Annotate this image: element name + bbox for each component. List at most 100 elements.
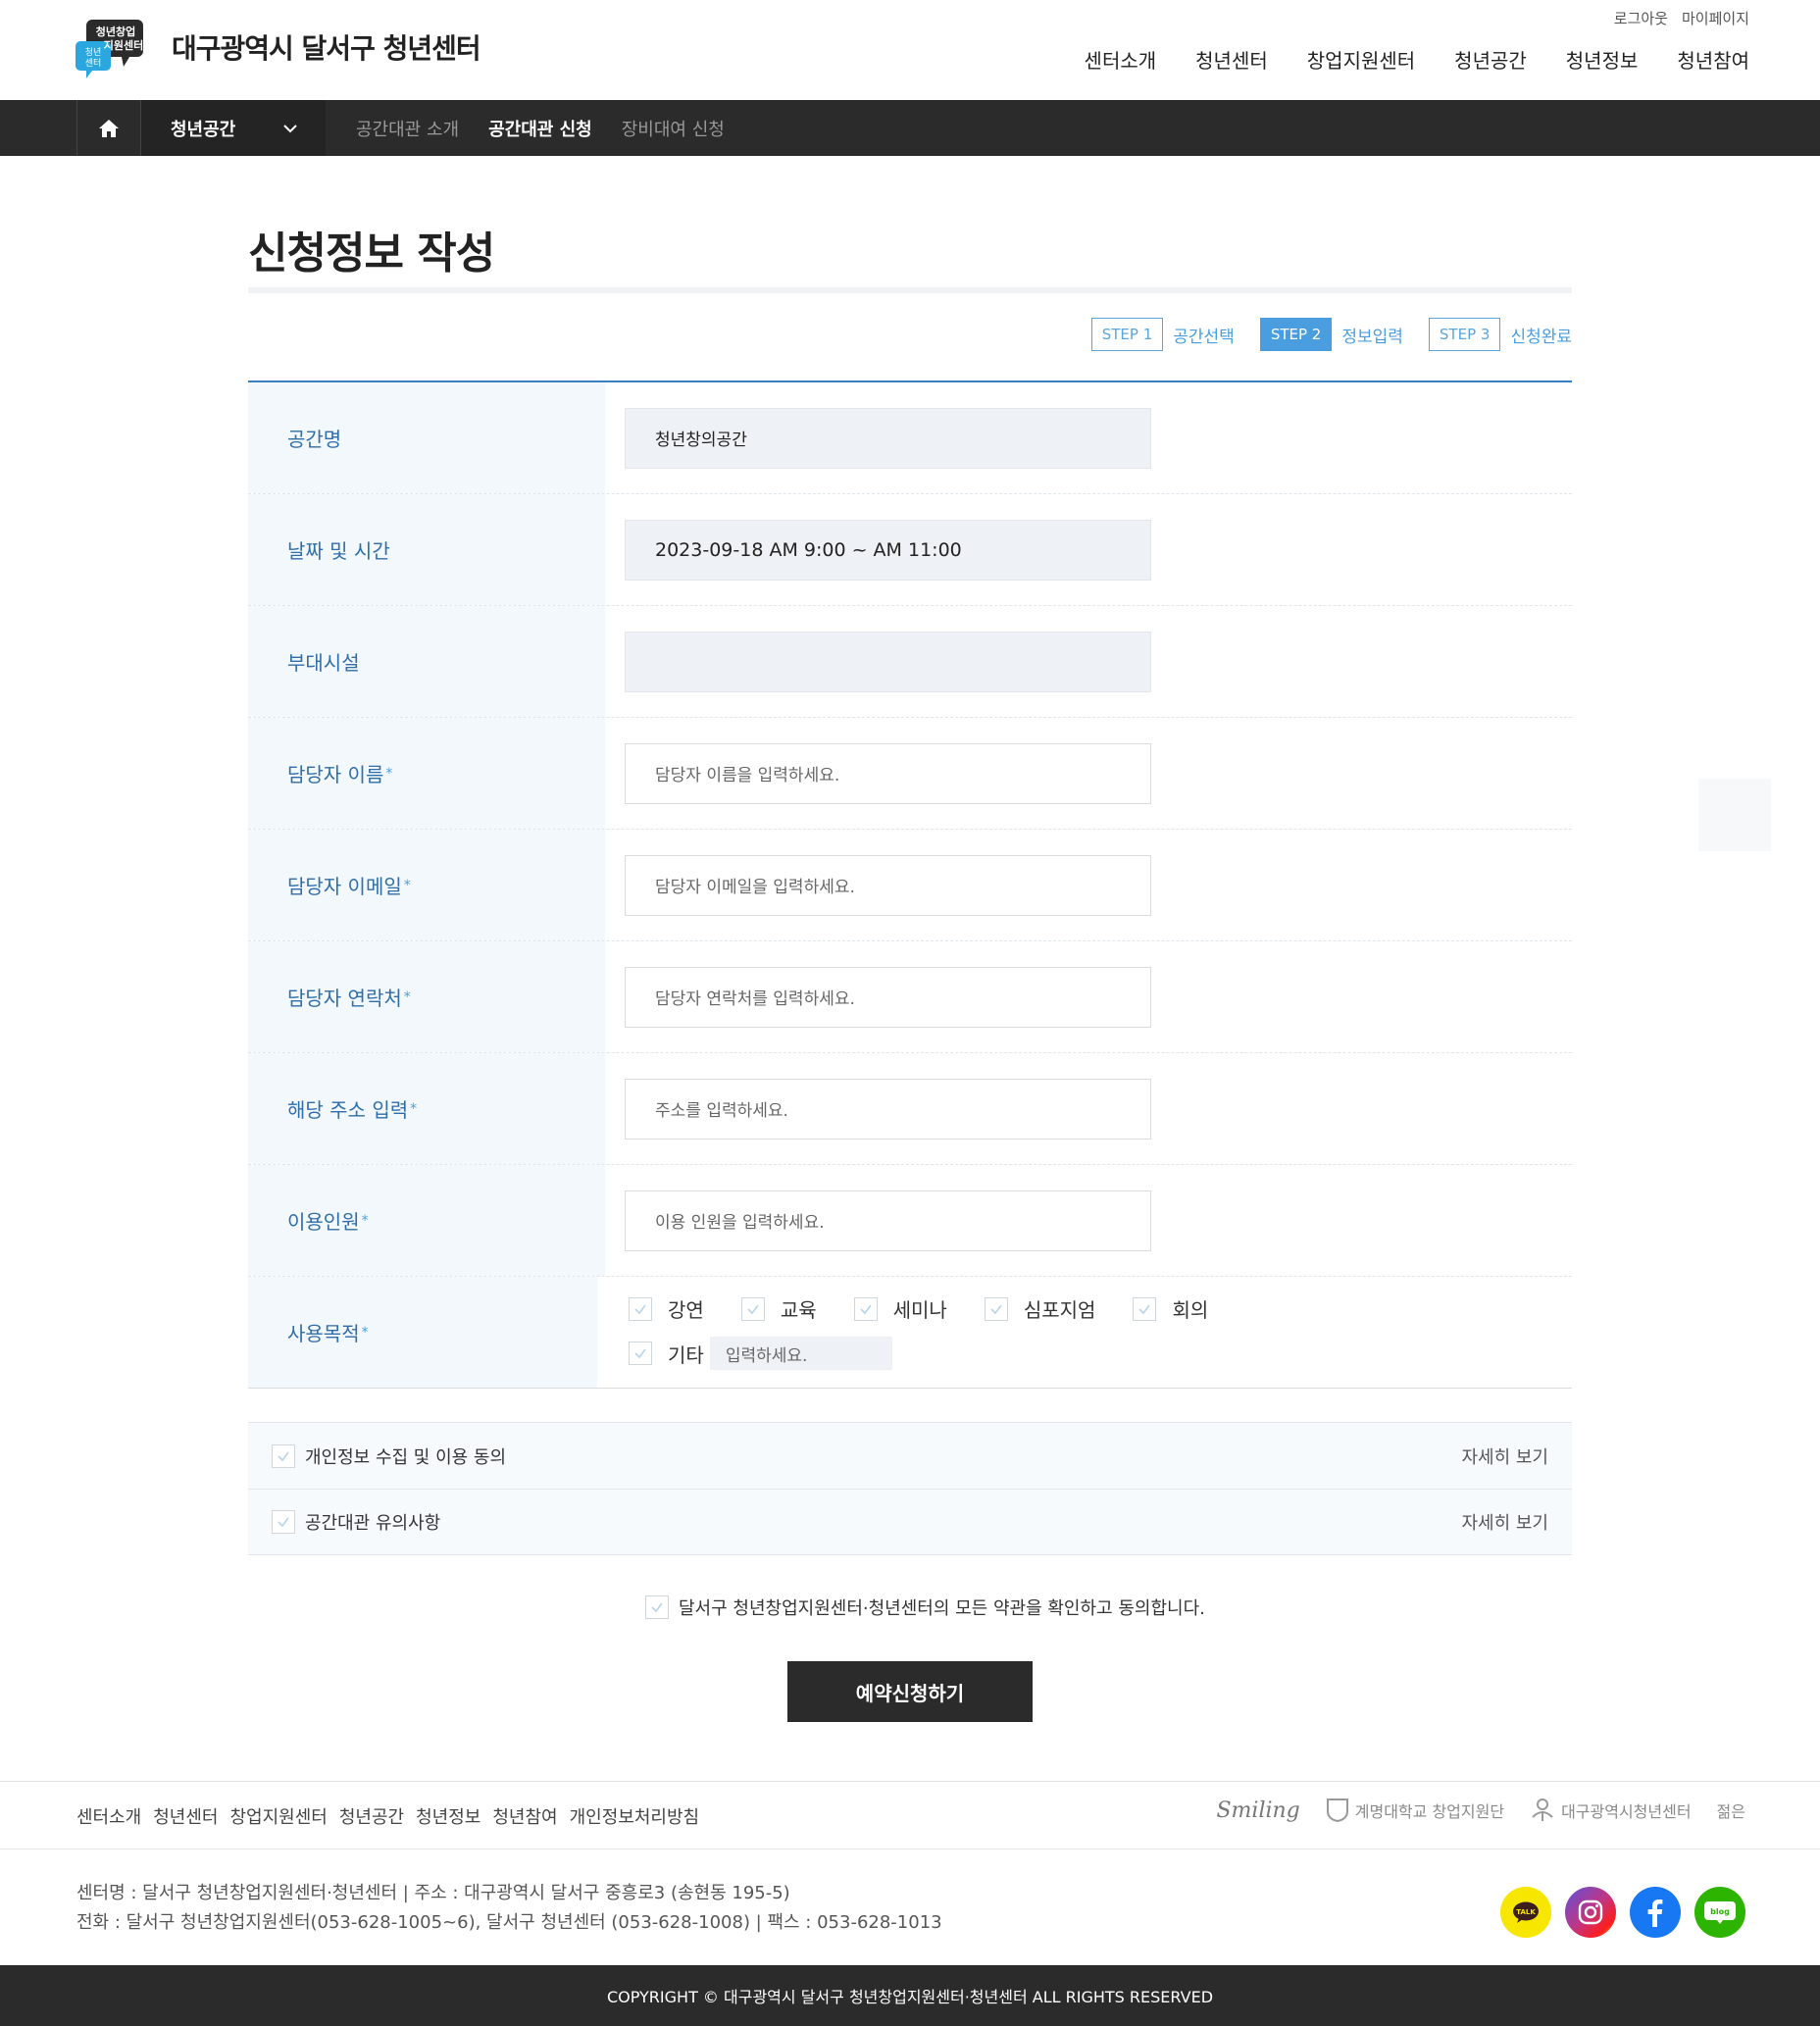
manager-phone-label-text: 담당자 연락처	[287, 987, 402, 1010]
footer-link-youth-center[interactable]: 청년센터	[153, 1803, 218, 1829]
datetime-label-text: 날짜 및 시간	[287, 539, 390, 563]
manager-name-input[interactable]: 담당자 이름을 입력하세요.	[625, 742, 1151, 804]
gnb-item-youth-info[interactable]: 청년정보	[1566, 45, 1639, 74]
form-row-space-name: 공간명 청년창의공간	[248, 382, 1572, 494]
gnb-item-youth-participation[interactable]: 청년참여	[1677, 45, 1749, 74]
blog-icon: blog	[1704, 1901, 1736, 1924]
footer-link-youth-space[interactable]: 청년공간	[339, 1803, 404, 1829]
svg-text:청년창업: 청년창업	[96, 25, 135, 38]
purpose-option-seminar[interactable]: 세미나	[853, 1294, 947, 1323]
footer-link-youth-participation[interactable]: 청년참여	[492, 1803, 557, 1829]
tab-equipment-rental-apply[interactable]: 장비대여 신청	[622, 116, 725, 141]
step-indicator: STEP 1 공간선택 STEP 2 정보입력 STEP 3 신청완료	[1066, 318, 1572, 351]
agreement-privacy-more-link[interactable]: 자세히 보기	[1461, 1444, 1548, 1469]
required-mark: *	[361, 1212, 369, 1229]
tab-space-rental-intro[interactable]: 공간대관 소개	[356, 116, 459, 141]
partner-logo-last[interactable]: 젊은	[1717, 1798, 1745, 1822]
purpose-option-meeting[interactable]: 회의	[1133, 1294, 1208, 1323]
purpose-option-education[interactable]: 교육	[740, 1294, 817, 1323]
submit-reservation-button[interactable]: 예약신청하기	[787, 1661, 1033, 1722]
partner-logo-keimyung-text: 계명대학교 창업지원단	[1354, 1802, 1505, 1821]
gnb-item-startup-center[interactable]: 창업지원센터	[1307, 45, 1415, 74]
site-logo[interactable]: 청년창업 지원센터 청년 센터	[75, 16, 159, 82]
svg-text:지원센터: 지원센터	[104, 38, 143, 52]
logout-link[interactable]: 로그아웃	[1614, 8, 1668, 28]
purpose-option-symposium[interactable]: 심포지엄	[984, 1294, 1096, 1323]
home-icon	[99, 119, 119, 137]
manager-email-input[interactable]: 담당자 이메일을 입력하세요.	[625, 854, 1151, 916]
svg-text:blog: blog	[1710, 1907, 1730, 1916]
kakao-talk-button[interactable]: TALK	[1500, 1887, 1551, 1938]
purpose-label: 사용목적 *	[248, 1277, 597, 1388]
space-name-label: 공간명	[248, 382, 605, 493]
svg-text:센터: 센터	[85, 58, 102, 69]
main-navigation: 센터소개 청년센터 창업지원센터 청년공간 청년정보 청년참여	[1085, 45, 1749, 74]
facility-field	[625, 631, 1151, 692]
svg-text:청년: 청년	[85, 47, 102, 58]
title-divider	[248, 287, 1572, 293]
tab-space-rental-apply[interactable]: 공간대관 신청	[488, 116, 592, 141]
check-icon	[278, 1451, 289, 1461]
address-input[interactable]: 주소를 입력하세요.	[625, 1078, 1151, 1140]
mypage-link[interactable]: 마이페이지	[1682, 8, 1749, 28]
check-icon	[278, 1517, 289, 1528]
checkbox[interactable]	[629, 1342, 652, 1365]
address-label-text: 해당 주소 입력	[287, 1098, 409, 1122]
purpose-option-lecture[interactable]: 강연	[629, 1294, 704, 1323]
checkbox[interactable]	[1133, 1296, 1157, 1321]
footer-link-youth-info[interactable]: 청년정보	[416, 1803, 480, 1829]
datetime-field: 2023-09-18 AM 9:00 ~ AM 11:00	[625, 519, 1151, 581]
gnb-item-youth-space[interactable]: 청년공간	[1454, 45, 1527, 74]
floating-top-button[interactable]	[1698, 779, 1771, 851]
site-logo-text[interactable]: 대구광역시 달서구 청년센터	[172, 27, 481, 67]
home-button[interactable]	[76, 100, 141, 156]
agreement-privacy-label[interactable]: 개인정보 수집 및 이용 동의	[305, 1444, 506, 1469]
purpose-options-line-2: 기타 입력하세요.	[629, 1337, 892, 1370]
purpose-option-etc[interactable]: 기타	[629, 1340, 704, 1368]
form-row-purpose: 사용목적 * 강연 교육 세미나 심포지엄 회의 기타 입력하세요.	[248, 1277, 1572, 1389]
agree-all[interactable]: 달서구 청년창업지원센터·청년센터의 모든 약관을 확인하고 동의합니다.	[645, 1595, 1205, 1620]
purpose-options-line-1: 강연 교육 세미나 심포지엄 회의	[629, 1294, 1245, 1323]
check-icon	[651, 1602, 663, 1613]
manager-phone-input[interactable]: 담당자 연락처를 입력하세요.	[625, 966, 1151, 1028]
step-2-badge: STEP 2	[1259, 318, 1333, 351]
gnb-item-youth-center[interactable]: 청년센터	[1195, 45, 1268, 74]
partner-logo-daegu-youth[interactable]: 대구광역시청년센터	[1530, 1798, 1692, 1823]
naver-blog-button[interactable]: blog	[1694, 1887, 1745, 1938]
footer-link-privacy-policy[interactable]: 개인정보처리방침	[570, 1803, 699, 1829]
footer-info: 센터명 : 달서구 청년창업지원센터·청년센터 | 주소 : 대구광역시 달서구…	[76, 1879, 942, 1938]
checkbox[interactable]	[984, 1296, 1008, 1321]
form-row-headcount: 이용인원 * 이용 인원을 입력하세요.	[248, 1165, 1572, 1277]
sub-navigation-bar: 청년공간 공간대관 소개 공간대관 신청 장비대여 신청	[0, 100, 1820, 156]
footer-link-center-intro[interactable]: 센터소개	[76, 1803, 141, 1829]
checkbox[interactable]	[629, 1296, 652, 1321]
checkbox[interactable]	[272, 1510, 295, 1534]
required-mark: *	[410, 1100, 418, 1117]
category-dropdown[interactable]: 청년공간	[141, 100, 326, 156]
purpose-option-label: 심포지엄	[1023, 1298, 1096, 1322]
chevron-down-icon	[283, 124, 297, 132]
partner-logo-keimyung[interactable]: 계명대학교 창업지원단	[1326, 1798, 1504, 1823]
checkbox[interactable]	[272, 1444, 295, 1468]
copyright-bar: COPYRIGHT © 대구광역시 달서구 청년창업지원센터·청년센터 ALL …	[0, 1965, 1820, 2026]
form-row-facility: 부대시설	[248, 606, 1572, 718]
checkbox[interactable]	[740, 1296, 765, 1321]
facebook-button[interactable]	[1630, 1887, 1681, 1938]
gnb-item-center-intro[interactable]: 센터소개	[1085, 45, 1157, 74]
agreement-notice-more-link[interactable]: 자세히 보기	[1461, 1509, 1548, 1535]
headcount-input[interactable]: 이용 인원을 입력하세요.	[625, 1190, 1151, 1251]
purpose-etc-input[interactable]: 입력하세요.	[709, 1337, 892, 1370]
instagram-button[interactable]	[1565, 1887, 1616, 1938]
step-2-label: 정보입력	[1341, 327, 1403, 347]
agreement-notice-label[interactable]: 공간대관 유의사항	[305, 1509, 440, 1535]
footer-link-startup-center[interactable]: 창업지원센터	[230, 1803, 328, 1829]
facebook-icon	[1647, 1899, 1663, 1927]
required-mark: *	[403, 988, 411, 1005]
partner-logo-smiling[interactable]: Smiling	[1216, 1798, 1299, 1823]
agree-all-label: 달서구 청년창업지원센터·청년센터의 모든 약관을 확인하고 동의합니다.	[679, 1598, 1205, 1619]
agreements-box: 개인정보 수집 및 이용 동의 자세히 보기 공간대관 유의사항 자세히 보기	[248, 1422, 1572, 1555]
form-row-manager-phone: 담당자 연락처 * 담당자 연락처를 입력하세요.	[248, 941, 1572, 1053]
step-1: STEP 1 공간선택	[1090, 318, 1235, 351]
checkbox[interactable]	[853, 1296, 878, 1321]
checkbox[interactable]	[645, 1595, 669, 1619]
